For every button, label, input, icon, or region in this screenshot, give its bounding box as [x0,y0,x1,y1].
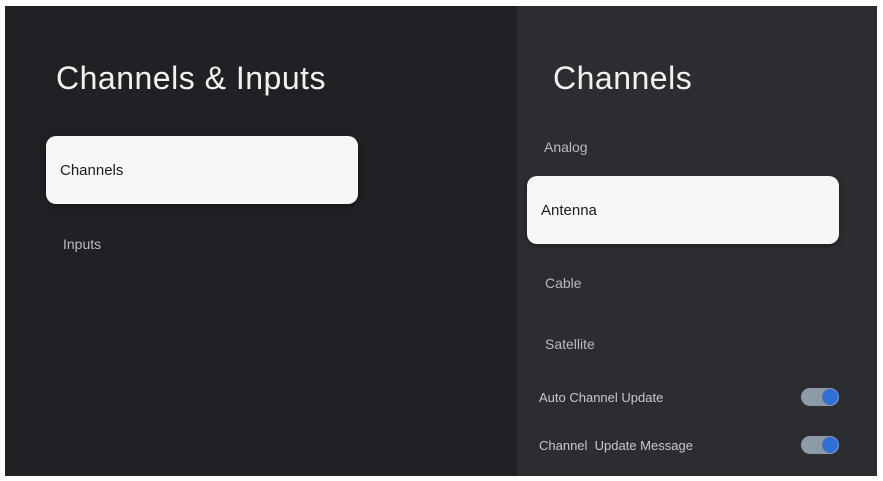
auto-channel-update-row[interactable]: Auto Channel Update [539,384,839,410]
channel-update-message-row[interactable]: Channel Update Message [539,432,839,458]
tv-settings-screen: Channels & Inputs Channels Inputs Channe… [5,6,877,476]
left-panel-title: Channels & Inputs [56,60,326,96]
channel-update-message-label: Channel Update Message [539,437,693,453]
left-menu-panel: Channels & Inputs Channels Inputs [5,6,517,476]
menu-item-inputs[interactable]: Inputs [63,236,101,252]
channel-update-message-toggle[interactable] [801,436,839,454]
toggle-knob [822,389,838,405]
submenu-item-cable[interactable]: Cable [545,275,582,291]
submenu-item-antenna[interactable]: Antenna [527,176,839,244]
right-submenu-panel: Channels Analog Antenna Cable Satellite … [517,6,877,476]
toggle-knob [822,437,838,453]
submenu-item-satellite[interactable]: Satellite [545,336,595,352]
auto-channel-update-label: Auto Channel Update [539,389,664,405]
menu-item-channels[interactable]: Channels [46,136,358,204]
auto-channel-update-toggle[interactable] [801,388,839,406]
submenu-item-analog[interactable]: Analog [544,139,588,155]
right-panel-title: Channels [553,60,693,96]
